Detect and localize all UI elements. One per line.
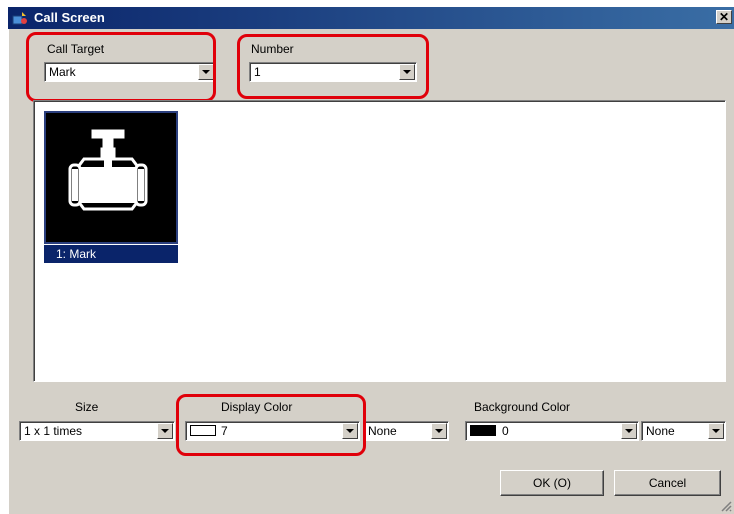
chevron-down-icon[interactable] bbox=[198, 64, 214, 80]
background-color-label: Background Color bbox=[474, 400, 571, 414]
close-icon: ✕ bbox=[718, 10, 730, 24]
background-color-blink-select[interactable]: None bbox=[641, 421, 726, 441]
number-label: Number bbox=[251, 42, 294, 56]
title-bar[interactable]: Call Screen ✕ bbox=[8, 7, 734, 29]
number-select[interactable]: 1 bbox=[249, 62, 417, 82]
window-title: Call Screen bbox=[34, 10, 105, 25]
ok-button[interactable]: OK (O) bbox=[500, 470, 604, 496]
display-color-select[interactable]: 7 bbox=[185, 421, 360, 441]
background-color-swatch bbox=[470, 425, 496, 436]
call-target-value: Mark bbox=[49, 65, 76, 79]
valve-icon bbox=[68, 129, 148, 211]
call-target-label: Call Target bbox=[47, 42, 105, 56]
display-color-blink-select[interactable]: None bbox=[363, 421, 449, 441]
chevron-down-icon[interactable] bbox=[342, 423, 358, 439]
background-color-select[interactable]: 0 bbox=[465, 421, 639, 441]
display-color-label: Display Color bbox=[221, 400, 293, 414]
preview-panel[interactable]: 1: Mark bbox=[33, 100, 726, 382]
display-color-swatch bbox=[190, 425, 216, 436]
chevron-down-icon[interactable] bbox=[157, 423, 173, 439]
call-target-select[interactable]: Mark bbox=[44, 62, 216, 82]
cancel-button[interactable]: Cancel bbox=[614, 470, 721, 496]
chevron-down-icon[interactable] bbox=[399, 64, 415, 80]
preview-item-caption[interactable]: 1: Mark bbox=[44, 245, 178, 263]
chevron-down-icon[interactable] bbox=[621, 423, 637, 439]
chevron-down-icon[interactable] bbox=[708, 423, 724, 439]
preview-item[interactable] bbox=[44, 111, 178, 244]
chevron-down-icon[interactable] bbox=[431, 423, 447, 439]
close-button[interactable]: ✕ bbox=[716, 10, 732, 24]
resize-grip-icon[interactable] bbox=[720, 500, 732, 512]
size-label: Size bbox=[75, 400, 99, 414]
display-color-blink-value: None bbox=[368, 424, 397, 438]
background-color-blink-value: None bbox=[646, 424, 675, 438]
display-color-value: 7 bbox=[221, 424, 228, 438]
size-value: 1 x 1 times bbox=[24, 424, 83, 438]
background-color-value: 0 bbox=[502, 424, 509, 438]
size-select[interactable]: 1 x 1 times bbox=[19, 421, 175, 441]
app-icon bbox=[12, 12, 27, 25]
number-value: 1 bbox=[254, 65, 261, 79]
